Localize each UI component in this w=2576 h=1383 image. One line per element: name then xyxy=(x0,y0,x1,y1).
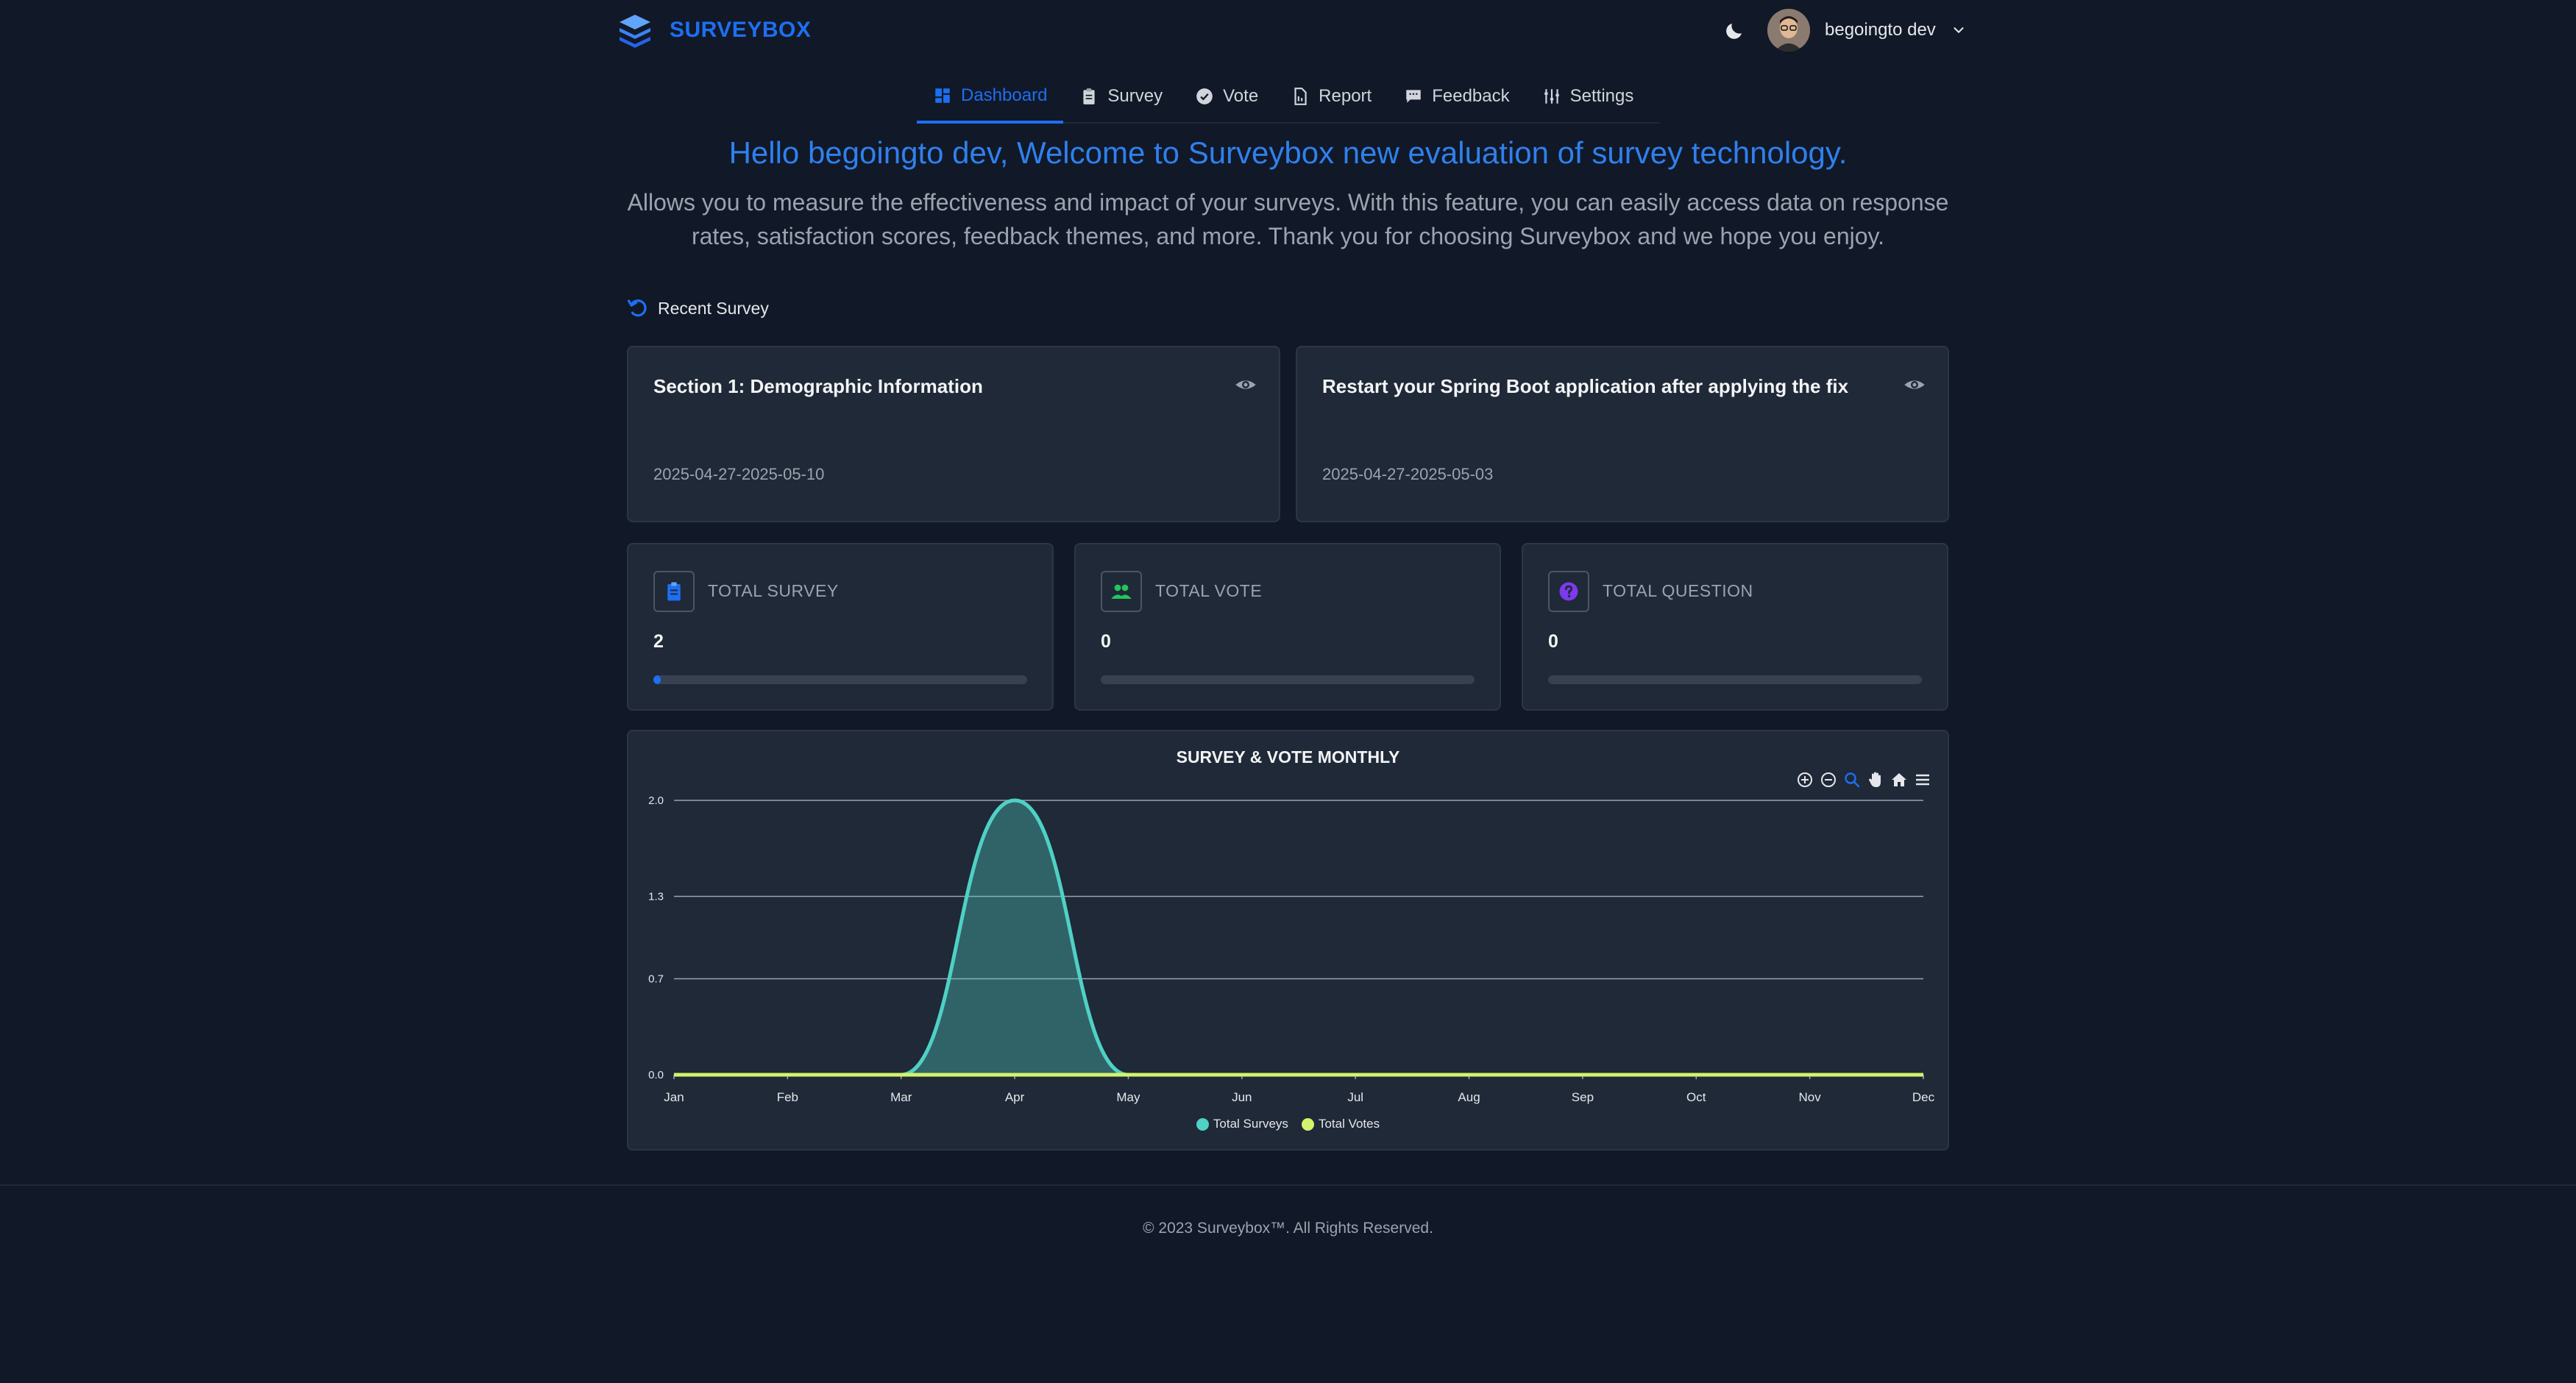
survey-date: 2025-04-27-2025-05-10 xyxy=(653,465,825,483)
footer-copyright: © 2023 Surveybox™. All Rights Reserved. xyxy=(1143,1220,1433,1237)
stat-label: TOTAL VOTE xyxy=(1155,581,1263,600)
y-tick-label: 0.0 xyxy=(648,1069,664,1081)
progress-fill xyxy=(653,675,661,684)
tab-dashboard-label: Dashboard xyxy=(961,85,1048,105)
tab-survey-label: Survey xyxy=(1107,86,1163,106)
users-icon xyxy=(1111,584,1132,599)
user-avatar-image xyxy=(1767,9,1810,51)
welcome-title: Hello begoingto dev, Welcome to Surveybo… xyxy=(728,135,1848,170)
document-icon xyxy=(1294,88,1307,105)
tab-report[interactable]: Report xyxy=(1274,71,1388,122)
stat-value: 0 xyxy=(1101,631,1111,652)
chart-title: SURVEY & VOTE MONTHLY xyxy=(1176,747,1400,767)
y-tick-label: 0.7 xyxy=(648,973,664,985)
dashboard-icon xyxy=(935,88,950,103)
series-area-0 xyxy=(674,800,1923,1075)
survey-title: Restart your Spring Boot application aft… xyxy=(1322,375,1849,397)
tab-feedback-label: Feedback xyxy=(1432,86,1510,106)
tab-vote[interactable]: Vote xyxy=(1179,71,1274,122)
tab-survey[interactable]: Survey xyxy=(1063,71,1179,122)
x-tick-label: Aug xyxy=(1458,1090,1480,1104)
chart-legend: Total Surveys Total Votes xyxy=(628,1117,1948,1131)
survey-date: 2025-04-27-2025-05-03 xyxy=(1322,465,1494,483)
tab-report-label: Report xyxy=(1319,86,1372,106)
chat-icon xyxy=(1406,90,1421,103)
home-icon[interactable] xyxy=(1890,771,1908,789)
menu-icon[interactable] xyxy=(1914,771,1931,789)
monthly-chart: 0.0 0.7 1.3 2.0 Jan Feb Mar Apr May Jun Jul Aug Sep O… xyxy=(648,794,1935,1104)
recent-survey-card[interactable]: Restart your Spring Boot application aft… xyxy=(1296,346,1949,522)
stat-value: 2 xyxy=(653,631,664,652)
brand-name: SURVEYBOX xyxy=(670,18,812,42)
brand-logo[interactable]: SURVEYBOX xyxy=(617,12,811,49)
chevron-down-icon xyxy=(1954,27,1964,33)
x-tick-label: Jan xyxy=(664,1090,684,1104)
user-menu[interactable]: begoingto dev xyxy=(1767,9,1967,51)
footer-divider xyxy=(0,1184,2576,1186)
x-tick-label: Jun xyxy=(1232,1090,1252,1104)
tab-settings[interactable]: Settings xyxy=(1526,71,1650,122)
x-tick-label: Feb xyxy=(777,1090,798,1104)
layers-logo-icon xyxy=(620,15,650,48)
pan-hand-icon[interactable] xyxy=(1867,771,1884,789)
avatar xyxy=(1767,9,1810,51)
recent-survey-card[interactable]: Section 1: Demographic Information 2025-… xyxy=(627,346,1280,522)
progress-bar xyxy=(1101,675,1475,684)
clipboard-icon xyxy=(1083,88,1096,104)
chart-toolbar xyxy=(1796,771,1931,789)
legend-label: Total Surveys xyxy=(1213,1117,1288,1131)
tab-vote-label: Vote xyxy=(1223,86,1259,106)
legend-item-surveys[interactable]: Total Surveys xyxy=(1196,1117,1288,1131)
stat-label: TOTAL QUESTION xyxy=(1603,581,1753,600)
tab-settings-label: Settings xyxy=(1569,86,1634,106)
clipboard-icon xyxy=(667,582,681,601)
x-tick-label: Apr xyxy=(1005,1090,1025,1104)
y-tick-label: 2.0 xyxy=(648,794,664,807)
welcome-subtitle: Allows you to measure the effectiveness … xyxy=(627,189,1949,249)
user-name: begoingto dev xyxy=(1825,20,1936,40)
question-icon xyxy=(1559,582,1578,601)
zoom-out-icon[interactable] xyxy=(1820,771,1837,789)
legend-label: Total Votes xyxy=(1318,1117,1380,1131)
eye-icon[interactable] xyxy=(1903,374,1926,396)
stat-card-total-question: TOTAL QUESTION 0 xyxy=(1522,543,1948,711)
recent-survey-label: Recent Survey xyxy=(658,298,769,318)
monthly-chart-card: 0.0 0.7 1.3 2.0 Jan Feb Mar Apr May Jun Jul Aug Sep O… xyxy=(627,730,1949,1151)
tab-feedback[interactable]: Feedback xyxy=(1388,71,1525,122)
x-tick-label: Oct xyxy=(1686,1090,1706,1104)
stat-icon-box xyxy=(653,571,695,612)
progress-bar xyxy=(1548,675,1922,684)
x-tick-label: Sep xyxy=(1572,1090,1594,1104)
check-badge-icon xyxy=(1196,88,1213,104)
x-tick-label: Mar xyxy=(890,1090,912,1104)
x-tick-label: May xyxy=(1116,1090,1140,1104)
zoom-in-icon[interactable] xyxy=(1796,771,1814,789)
stat-icon-box xyxy=(1548,571,1589,612)
x-tick-label: Nov xyxy=(1799,1090,1822,1104)
legend-marker xyxy=(1196,1117,1209,1131)
series-line-0 xyxy=(673,798,1923,1077)
survey-title: Section 1: Demographic Information xyxy=(653,375,983,397)
stat-label: TOTAL SURVEY xyxy=(708,581,839,600)
x-tick-label: Jul xyxy=(1347,1090,1363,1104)
tab-dashboard[interactable]: Dashboard xyxy=(917,71,1064,124)
stat-card-total-vote: TOTAL VOTE 0 xyxy=(1074,543,1501,711)
stat-icon-box xyxy=(1101,571,1142,612)
sliders-icon xyxy=(1544,89,1559,104)
refresh-icon xyxy=(627,299,647,317)
eye-icon[interactable] xyxy=(1235,374,1257,396)
recent-survey-heading: Recent Survey xyxy=(627,297,769,319)
main-nav: Dashboard Survey Vote Report Feedback Se… xyxy=(917,71,1660,124)
stat-value: 0 xyxy=(1548,631,1558,652)
progress-bar xyxy=(653,675,1027,684)
x-tick-label: Dec xyxy=(1912,1090,1935,1104)
stat-card-total-survey: TOTAL SURVEY 2 xyxy=(627,543,1054,711)
top-bar: SURVEYBOX begoingto dev xyxy=(0,0,2576,62)
legend-marker xyxy=(1301,1117,1314,1131)
moon-icon[interactable] xyxy=(1723,20,1745,42)
y-tick-label: 1.3 xyxy=(648,891,664,903)
search-icon[interactable] xyxy=(1843,771,1861,789)
legend-item-votes[interactable]: Total Votes xyxy=(1301,1117,1380,1131)
